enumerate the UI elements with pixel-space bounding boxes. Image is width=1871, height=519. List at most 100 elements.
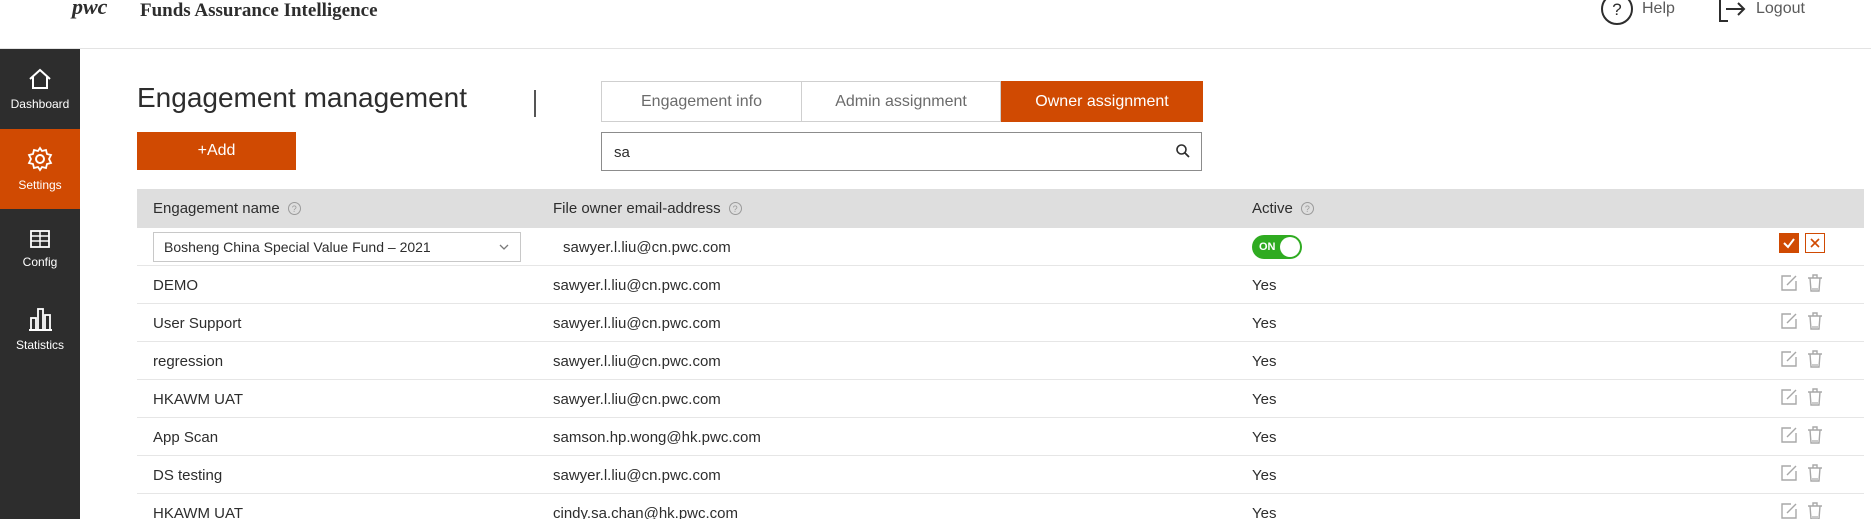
email-cell: sawyer.l.liu@cn.pwc.com bbox=[553, 315, 721, 332]
sidebar-item-settings[interactable]: Settings bbox=[0, 129, 80, 209]
edit-icon[interactable] bbox=[1779, 501, 1799, 519]
tab-admin-assignment[interactable]: Admin assignment bbox=[801, 81, 1001, 122]
engagement-select[interactable]: Bosheng China Special Value Fund – 2021 bbox=[153, 232, 521, 262]
edit-icon[interactable] bbox=[1779, 463, 1799, 483]
bar-chart-icon bbox=[26, 306, 54, 332]
edit-icon[interactable] bbox=[1779, 311, 1799, 331]
help-tooltip-icon[interactable]: ? bbox=[728, 202, 742, 215]
logout-icon bbox=[1714, 0, 1748, 26]
column-header-engagement: Engagement name ? bbox=[153, 200, 301, 217]
email-field[interactable]: sawyer.l.liu@cn.pwc.com bbox=[563, 239, 731, 256]
trash-icon[interactable] bbox=[1805, 501, 1825, 519]
confirm-icon[interactable] bbox=[1779, 233, 1799, 253]
trash-icon[interactable] bbox=[1805, 311, 1825, 331]
sidebar-item-label: Settings bbox=[18, 178, 62, 192]
engagement-name-cell: User Support bbox=[153, 315, 242, 332]
help-label: Help bbox=[1642, 0, 1675, 17]
trash-icon[interactable] bbox=[1805, 273, 1825, 293]
sidebar-item-label: Statistics bbox=[15, 338, 64, 352]
table-icon bbox=[29, 229, 51, 249]
search-input[interactable] bbox=[614, 141, 1154, 163]
row-actions bbox=[1779, 387, 1825, 407]
sidebar-item-statistics[interactable]: Statistics bbox=[0, 289, 80, 369]
active-cell: Yes bbox=[1252, 505, 1277, 519]
search-box bbox=[601, 132, 1202, 171]
sidebar-item-config[interactable]: Config bbox=[0, 209, 80, 289]
app-title: Funds Assurance Intelligence bbox=[140, 0, 378, 21]
help-button[interactable]: ? Help bbox=[1600, 0, 1675, 26]
pwc-logo: pwc bbox=[72, 0, 108, 19]
trash-icon[interactable] bbox=[1805, 425, 1825, 445]
search-icon[interactable] bbox=[1175, 143, 1191, 164]
active-cell: Yes bbox=[1252, 277, 1277, 294]
engagement-name-cell: DEMO bbox=[153, 277, 198, 294]
engagement-name-cell: HKAWM UAT bbox=[153, 505, 243, 519]
engagement-name-cell: App Scan bbox=[153, 429, 219, 446]
row-actions bbox=[1779, 463, 1825, 483]
title-divider bbox=[534, 90, 536, 117]
column-header-email: File owner email-address ? bbox=[553, 200, 742, 217]
table-row: App Scan samson.hp.wong@hk.pwc.com Yes bbox=[137, 418, 1864, 456]
email-cell: sawyer.l.liu@cn.pwc.com bbox=[553, 391, 721, 408]
tab-bar: Engagement info Admin assignment Owner a… bbox=[601, 81, 1203, 122]
email-cell: sawyer.l.liu@cn.pwc.com bbox=[553, 353, 721, 370]
owner-assignment-table: Engagement name ? File owner email-addre… bbox=[137, 189, 1864, 519]
trash-icon[interactable] bbox=[1805, 349, 1825, 369]
add-button[interactable]: +Add bbox=[137, 132, 296, 170]
active-cell: Yes bbox=[1252, 353, 1277, 370]
column-header-active: Active ? bbox=[1252, 200, 1314, 217]
page-title: Engagement management bbox=[137, 82, 467, 113]
toggle-knob bbox=[1280, 237, 1300, 257]
row-actions bbox=[1779, 501, 1825, 519]
edit-icon[interactable] bbox=[1779, 387, 1799, 407]
email-cell: cindy.sa.chan@hk.pwc.com bbox=[553, 505, 739, 519]
trash-icon[interactable] bbox=[1805, 387, 1825, 407]
row-actions bbox=[1779, 349, 1825, 369]
engagement-name-cell: DS testing bbox=[153, 467, 223, 484]
email-cell: samson.hp.wong@hk.pwc.com bbox=[553, 429, 761, 446]
table-header: Engagement name ? File owner email-addre… bbox=[137, 189, 1864, 228]
gear-icon bbox=[27, 146, 53, 172]
active-toggle[interactable]: ON bbox=[1252, 235, 1302, 259]
cancel-icon[interactable] bbox=[1805, 233, 1825, 253]
help-tooltip-icon[interactable]: ? bbox=[1300, 202, 1314, 215]
sidebar: Dashboard Settings Config Statistics bbox=[0, 49, 80, 519]
email-cell: sawyer.l.liu@cn.pwc.com bbox=[553, 277, 721, 294]
edit-row-actions bbox=[1779, 233, 1825, 253]
trash-icon[interactable] bbox=[1805, 463, 1825, 483]
edit-icon[interactable] bbox=[1779, 273, 1799, 293]
row-actions bbox=[1779, 425, 1825, 445]
row-actions bbox=[1779, 273, 1825, 293]
chevron-down-icon bbox=[498, 240, 510, 256]
row-actions bbox=[1779, 311, 1825, 331]
home-icon bbox=[27, 67, 53, 91]
active-cell: Yes bbox=[1252, 315, 1277, 332]
tab-owner-assignment[interactable]: Owner assignment bbox=[1001, 81, 1203, 122]
active-cell: Yes bbox=[1252, 429, 1277, 446]
table-body: DEMO sawyer.l.liu@cn.pwc.com Yes User Suppo… bbox=[137, 266, 1864, 519]
table-row: User Support sawyer.l.liu@cn.pwc.com Yes bbox=[137, 304, 1864, 342]
sidebar-item-label: Config bbox=[22, 255, 58, 269]
active-cell: Yes bbox=[1252, 391, 1277, 408]
logout-button[interactable]: Logout bbox=[1714, 0, 1805, 26]
table-row-edit: Bosheng China Special Value Fund – 2021 … bbox=[137, 228, 1864, 266]
logout-label: Logout bbox=[1756, 0, 1805, 17]
engagement-name-cell: HKAWM UAT bbox=[153, 391, 243, 408]
active-cell: Yes bbox=[1252, 467, 1277, 484]
svg-text:?: ? bbox=[1612, 0, 1621, 19]
help-tooltip-icon[interactable]: ? bbox=[287, 202, 301, 215]
table-row: regression sawyer.l.liu@cn.pwc.com Yes bbox=[137, 342, 1864, 380]
help-icon: ? bbox=[1600, 0, 1634, 26]
sidebar-item-label: Dashboard bbox=[10, 97, 70, 111]
table-row: DS testing sawyer.l.liu@cn.pwc.com Yes bbox=[137, 456, 1864, 494]
sidebar-item-dashboard[interactable]: Dashboard bbox=[0, 49, 80, 129]
table-row: HKAWM UAT sawyer.l.liu@cn.pwc.com Yes bbox=[137, 380, 1864, 418]
top-header: pwc Funds Assurance Intelligence ? Help … bbox=[0, 0, 1871, 49]
table-row: DEMO sawyer.l.liu@cn.pwc.com Yes bbox=[137, 266, 1864, 304]
edit-icon[interactable] bbox=[1779, 349, 1799, 369]
edit-icon[interactable] bbox=[1779, 425, 1799, 445]
tab-engagement-info[interactable]: Engagement info bbox=[601, 81, 801, 122]
table-row: HKAWM UAT cindy.sa.chan@hk.pwc.com Yes bbox=[137, 494, 1864, 519]
engagement-name-cell: regression bbox=[153, 353, 224, 370]
email-cell: sawyer.l.liu@cn.pwc.com bbox=[553, 467, 721, 484]
